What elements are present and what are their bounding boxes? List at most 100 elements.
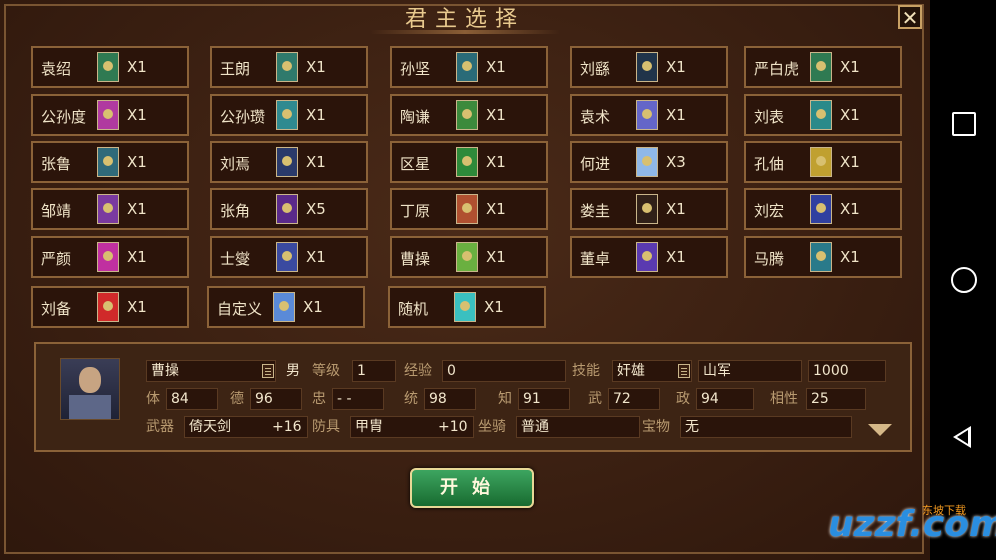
lord-count: X1	[306, 248, 326, 266]
lord-name: 袁绍	[41, 60, 72, 78]
lord-card[interactable]: 娄圭 X1	[570, 188, 728, 230]
armor-label: 防具	[312, 419, 340, 435]
banner-flag-icon	[97, 242, 119, 272]
troop-value: 山军	[698, 360, 802, 382]
banner-flag-icon	[810, 147, 832, 177]
lord-count: X1	[666, 58, 686, 76]
lord-card[interactable]: 刘宏 X1	[744, 188, 902, 230]
lord-card[interactable]: 张角 X5	[210, 188, 368, 230]
lord-name: 何进	[580, 155, 611, 173]
lord-card[interactable]: 曹操 X1	[390, 236, 548, 278]
weapon-label: 武器	[146, 419, 174, 435]
lord-card[interactable]: 孔伷 X1	[744, 141, 902, 183]
lord-card[interactable]: 严颜 X1	[31, 236, 189, 278]
lord-name: 公孙度	[41, 108, 87, 126]
stat-value: 84	[166, 388, 218, 410]
lord-card[interactable]: 随机 X1	[388, 286, 546, 328]
stat-label: 武	[588, 391, 602, 407]
lord-count: X1	[840, 248, 860, 266]
exp-value: 0	[442, 360, 566, 382]
lord-card[interactable]: 刘表 X1	[744, 94, 902, 136]
banner-flag-icon	[810, 100, 832, 130]
lord-name: 娄圭	[580, 202, 611, 220]
lord-card[interactable]: 王朗 X1	[210, 46, 368, 88]
name-menu-icon[interactable]	[262, 364, 274, 378]
lord-card[interactable]: 袁绍 X1	[31, 46, 189, 88]
skill-menu-icon[interactable]	[678, 364, 690, 378]
banner-flag-icon	[810, 52, 832, 82]
stat-label: 忠	[312, 391, 326, 407]
lord-name: 刘繇	[580, 60, 611, 78]
banner-flag-icon	[276, 52, 298, 82]
lord-name: 刘表	[754, 108, 785, 126]
lord-count: X1	[306, 58, 326, 76]
stat-label: 知	[498, 391, 512, 407]
exp-label: 经验	[404, 363, 432, 379]
lord-name: 区星	[400, 155, 431, 173]
armor-bonus: +10	[438, 419, 468, 435]
lord-name: 陶谦	[400, 108, 431, 126]
watermark-logo: uzzf.com 东坡下载	[822, 494, 996, 554]
lord-name: 刘备	[41, 300, 72, 318]
banner-flag-icon	[273, 292, 295, 322]
banner-flag-icon	[456, 100, 478, 130]
lord-count: X1	[666, 106, 686, 124]
lord-name: 丁原	[400, 202, 431, 220]
lord-name: 公孙瓒	[220, 108, 266, 126]
lord-count: X1	[127, 106, 147, 124]
lord-count: X1	[127, 153, 147, 171]
skill-label: 技能	[572, 363, 600, 379]
chevron-down-icon[interactable]	[868, 424, 892, 436]
lord-name: 随机	[398, 300, 429, 318]
lord-card[interactable]: 刘繇 X1	[570, 46, 728, 88]
lord-card[interactable]: 刘焉 X1	[210, 141, 368, 183]
back-icon[interactable]	[953, 426, 971, 448]
lord-card[interactable]: 陶谦 X1	[390, 94, 548, 136]
stat-value: 98	[424, 388, 476, 410]
lord-card[interactable]: 马腾 X1	[744, 236, 902, 278]
banner-flag-icon	[636, 194, 658, 224]
banner-flag-icon	[276, 100, 298, 130]
lord-card[interactable]: 公孙瓒 X1	[210, 94, 368, 136]
lord-card[interactable]: 刘备 X1	[31, 286, 189, 328]
lord-name-field: 曹操	[146, 360, 276, 382]
lord-card[interactable]: 孙坚 X1	[390, 46, 548, 88]
lord-count: X1	[486, 58, 506, 76]
lord-card[interactable]: 严白虎 X1	[744, 46, 902, 88]
stat-value: 94	[696, 388, 754, 410]
lord-card[interactable]: 董卓 X1	[570, 236, 728, 278]
banner-flag-icon	[810, 242, 832, 272]
lord-count: X1	[306, 106, 326, 124]
stat-label: 德	[230, 391, 244, 407]
lord-name: 严白虎	[754, 60, 800, 78]
lord-portrait	[60, 358, 120, 420]
lord-count: X1	[666, 248, 686, 266]
banner-flag-icon	[276, 147, 298, 177]
lord-count: X1	[484, 298, 504, 316]
lord-name: 邹靖	[41, 202, 72, 220]
banner-flag-icon	[97, 292, 119, 322]
start-button[interactable]: 开始	[410, 468, 534, 508]
treasure-value: 无	[680, 416, 852, 438]
title-ornament	[370, 30, 560, 34]
lord-card[interactable]: 公孙度 X1	[31, 94, 189, 136]
lord-card[interactable]: 区星 X1	[390, 141, 548, 183]
lord-card[interactable]: 士燮 X1	[210, 236, 368, 278]
lord-name: 曹操	[400, 250, 431, 268]
lord-name: 孔伷	[754, 155, 785, 173]
lord-card[interactable]: 何进 X3	[570, 141, 728, 183]
lord-count: X1	[486, 106, 506, 124]
game-screen: 君主选择 ✕ 袁绍 X1 王朗 X1 孙坚 X1 刘繇 X1 严白虎 X1 公孙度 X1 公孙瓒 X1 陶谦…	[0, 0, 930, 560]
close-button[interactable]: ✕	[898, 5, 922, 29]
banner-flag-icon	[97, 52, 119, 82]
recent-apps-icon[interactable]	[952, 112, 976, 136]
lord-card[interactable]: 袁术 X1	[570, 94, 728, 136]
stat-value: 96	[250, 388, 302, 410]
home-icon[interactable]	[951, 267, 977, 293]
lord-card[interactable]: 邹靖 X1	[31, 188, 189, 230]
banner-flag-icon	[276, 242, 298, 272]
lord-card[interactable]: 自定义 X1	[207, 286, 365, 328]
lord-card[interactable]: 张鲁 X1	[31, 141, 189, 183]
lord-name: 张鲁	[41, 155, 72, 173]
lord-card[interactable]: 丁原 X1	[390, 188, 548, 230]
